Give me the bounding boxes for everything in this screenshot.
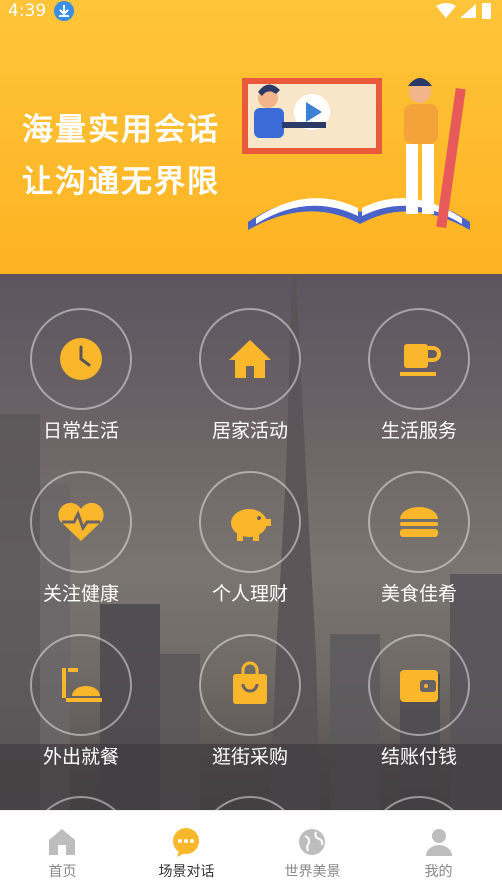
category-ring-partial — [199, 796, 301, 810]
category-ring — [368, 471, 470, 573]
piggy-bank-icon — [231, 509, 271, 541]
category-dining-out[interactable]: 外出就餐 — [16, 600, 146, 768]
tab-mine[interactable]: 我的 — [376, 811, 501, 889]
shopping-bag-icon — [233, 661, 267, 704]
category-ring — [368, 634, 470, 736]
category-home-activities[interactable]: 居家活动 — [185, 274, 315, 442]
banner-slogan-line2: 让沟通无界限 — [22, 164, 220, 200]
category-daily-life[interactable]: 日常生活 — [16, 274, 146, 442]
category-ring — [30, 308, 132, 410]
dining-icon — [62, 668, 102, 702]
status-bar: 4:39 — [0, 0, 502, 22]
category-ring — [199, 308, 301, 410]
coffee-cup-icon — [400, 344, 441, 376]
signal-battery-icon — [436, 3, 491, 19]
category-ring — [30, 634, 132, 736]
user-icon — [426, 829, 452, 856]
status-time: 4:39 — [8, 1, 47, 21]
category-gourmet-food[interactable]: 美食佳肴 — [354, 437, 484, 605]
clock-icon — [60, 338, 102, 380]
chat-bubble-icon — [173, 828, 199, 857]
category-ring — [199, 634, 301, 736]
tab-label: 场景对话 — [158, 864, 215, 880]
tab-world-scenery[interactable]: 世界美景 — [250, 811, 375, 889]
category-label: 外出就餐 — [42, 746, 119, 768]
download-icon — [54, 1, 74, 21]
home-icon — [229, 340, 271, 378]
category-ring-partial — [30, 796, 132, 810]
burger-icon — [400, 507, 438, 537]
home-tab-icon — [49, 829, 75, 855]
tab-label: 我的 — [424, 864, 453, 880]
banner-illustration — [242, 78, 470, 230]
category-ring — [30, 471, 132, 573]
scene-category-grid: 日常生活 居家活动 生活服务 关注健康 个人理财 美食佳肴 外出就餐 逛街采购 … — [0, 274, 502, 810]
category-personal-finance[interactable]: 个人理财 — [185, 437, 315, 605]
category-ring — [199, 471, 301, 573]
tab-home[interactable]: 首页 — [0, 811, 125, 889]
category-ring-partial — [368, 796, 470, 810]
category-ring — [368, 308, 470, 410]
category-shopping[interactable]: 逛街采购 — [185, 600, 315, 768]
category-life-services[interactable]: 生活服务 — [354, 274, 484, 442]
tab-scene-dialogue[interactable]: 场景对话 — [124, 811, 249, 889]
promo-banner[interactable]: 海量实用会话 让沟通无界限 — [0, 0, 502, 274]
heartbeat-icon — [58, 502, 104, 541]
tab-label: 世界美景 — [284, 864, 341, 880]
globe-icon — [299, 829, 325, 855]
category-label: 结账付钱 — [380, 746, 457, 768]
category-label: 逛街采购 — [211, 746, 288, 768]
bottom-tab-bar: 首页 场景对话 世界美景 我的 — [0, 810, 502, 889]
wallet-icon — [400, 670, 438, 702]
banner-slogan-line1: 海量实用会话 — [22, 112, 220, 148]
category-checkout[interactable]: 结账付钱 — [354, 600, 484, 768]
category-health[interactable]: 关注健康 — [16, 437, 146, 605]
tab-label: 首页 — [48, 864, 77, 880]
